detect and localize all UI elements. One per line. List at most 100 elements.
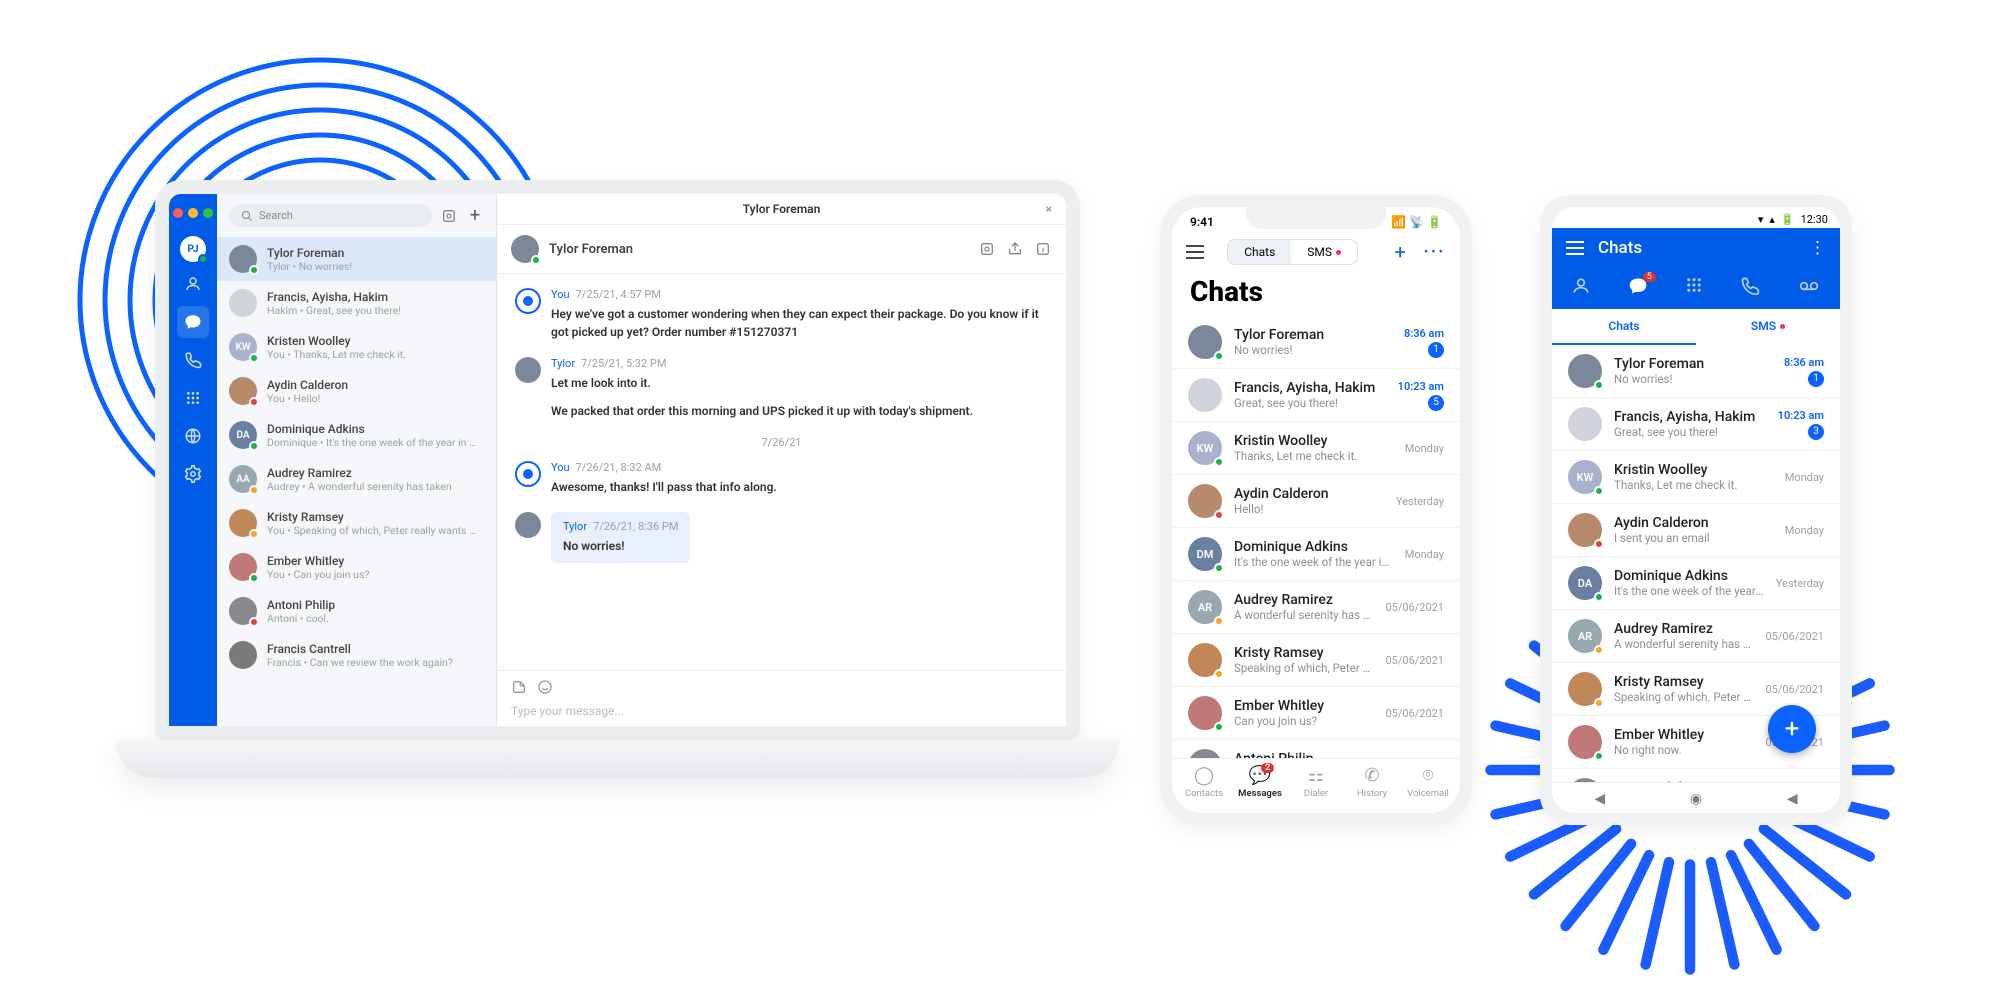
menu-icon[interactable]: [1186, 245, 1204, 259]
chat-row[interactable]: KWKristin WoolleyThanks, Let me check it…: [1172, 422, 1460, 475]
message: You7/26/21, 8:32 AMAwesome, thanks! I'll…: [515, 461, 1048, 496]
chat-item-name: Aydin Calderon: [267, 378, 348, 392]
fab-compose[interactable]: +: [1768, 705, 1816, 753]
tab-sms[interactable]: SMS: [1291, 240, 1357, 264]
laptop-base: [115, 740, 1120, 778]
chat-name: Kristy Ramsey: [1234, 645, 1373, 661]
chat-preview: No worries!: [1234, 343, 1392, 357]
person-icon: ◯: [1176, 765, 1232, 786]
profile-badge[interactable]: PJ: [180, 236, 206, 262]
avatar: [229, 509, 257, 537]
overflow-icon[interactable]: ⋮: [1809, 238, 1826, 258]
window-controls[interactable]: [173, 202, 213, 230]
chat-row[interactable]: Kristy RamseySpeaking of which, Peter re…: [1172, 634, 1460, 687]
chat-row[interactable]: Aydin CalderonI sent you an emailMonday: [1552, 504, 1840, 557]
tab-messages[interactable]: 💬2Messages: [1232, 765, 1288, 799]
chat-row[interactable]: KWKristin WoolleyThanks, Let me check it…: [1552, 451, 1840, 504]
chat-row[interactable]: DADominique AdkinsIt's the one week of t…: [1552, 557, 1840, 610]
subtab-chats[interactable]: Chats: [1552, 309, 1696, 345]
chat-list-item[interactable]: Aydin CalderonYou • Hello!: [217, 369, 496, 413]
chat-row[interactable]: Antoni Philipcool.05/06/2021: [1172, 740, 1460, 758]
avatar: [1188, 325, 1222, 359]
nav-contacts-icon[interactable]: [177, 268, 209, 300]
nav-call-icon[interactable]: [177, 344, 209, 376]
chat-list-item[interactable]: Ember WhitleyYou • Can you join us?: [217, 545, 496, 589]
chat-row[interactable]: Tylor ForemanNo worries!8:36 am1: [1552, 345, 1840, 398]
menu-icon[interactable]: [1566, 241, 1584, 255]
nav-voicemail-icon[interactable]: [1797, 276, 1821, 301]
composer-input[interactable]: Type your message...: [511, 704, 1052, 718]
back-key[interactable]: ◀: [1594, 791, 1605, 807]
chat-list-item[interactable]: Kristy RamseyYou • Speaking of which, Pe…: [217, 501, 496, 545]
chat-archive-icon[interactable]: [978, 240, 996, 258]
chat-preview: A wonderful serenity has taken: [1614, 637, 1753, 651]
chat-item-name: Francis, Ayisha, Hakim: [267, 290, 401, 304]
compose-icon[interactable]: +: [1394, 240, 1405, 264]
search-placeholder: Search: [259, 209, 293, 222]
chat-preview: No worries!: [1614, 372, 1772, 386]
message-avatar: [515, 461, 541, 487]
chat-row[interactable]: Aydin CalderonHello!Yesterday: [1172, 475, 1460, 528]
close-icon[interactable]: ×: [1046, 202, 1052, 216]
subtab-sms[interactable]: SMS: [1696, 309, 1840, 345]
chat-item-preview: Francis • Can we review the work again?: [267, 656, 453, 669]
chat-list-item[interactable]: Tylor ForemanTylor • No worries!: [217, 237, 496, 281]
nav-settings-icon[interactable]: [177, 458, 209, 490]
chat-list-item[interactable]: AAAudrey RamirezAudrey • A wonderful ser…: [217, 457, 496, 501]
tab-segment[interactable]: Chats SMS: [1227, 239, 1358, 265]
chat-name: Kristy Ramsey: [1614, 674, 1753, 690]
nav-dialpad-icon[interactable]: [1685, 276, 1703, 301]
tab-chats[interactable]: Chats: [1228, 240, 1291, 264]
chat-list-item[interactable]: Antoni PhilipAntoni • cool.: [217, 589, 496, 633]
nav-history-icon[interactable]: [1740, 276, 1760, 301]
chat-list-item[interactable]: Francis, Ayisha, HakimHakim • Great, see…: [217, 281, 496, 325]
avatar: [1568, 725, 1602, 759]
call-icon: ✆: [1344, 765, 1400, 786]
recents-key[interactable]: ◀: [1787, 791, 1798, 807]
chat-info-icon[interactable]: [1034, 240, 1052, 258]
tab-voicemail[interactable]: ⌾Voicemail: [1400, 765, 1456, 799]
more-icon[interactable]: •••: [1424, 245, 1446, 260]
chat-preview: Thanks, Let me check it.: [1614, 478, 1773, 492]
chat-row[interactable]: ARAudrey RamirezA wonderful serenity has…: [1172, 581, 1460, 634]
nav-messages-icon[interactable]: 5: [1628, 276, 1648, 301]
chat-item-preview: Tylor • No worries!: [267, 260, 352, 273]
chat-row[interactable]: Francis, Ayisha, HakimGreat, see you the…: [1172, 369, 1460, 422]
chat-row[interactable]: Tylor ForemanNo worries!8:36 am1: [1172, 316, 1460, 369]
new-chat-icon[interactable]: +: [466, 207, 484, 225]
search-input[interactable]: Search: [229, 204, 432, 227]
chat-list-item[interactable]: DADominique AdkinsDominique • It's the o…: [217, 413, 496, 457]
chat-item-preview: You • Thanks, Let me check it.: [267, 348, 406, 361]
chat-row[interactable]: Francis, Ayisha, HakimGreat, see you the…: [1552, 398, 1840, 451]
tab-dialer[interactable]: ⚏Dialer: [1288, 765, 1344, 799]
chat-name: Ember Whitley: [1614, 727, 1753, 743]
nav-globe-icon[interactable]: [177, 420, 209, 452]
unread-badge: 1: [1428, 342, 1444, 358]
nav-messages-icon[interactable]: [177, 306, 209, 338]
chat-preview: No right now.: [1614, 743, 1753, 757]
unread-badge: 3: [1808, 424, 1824, 440]
chat-name: Audrey Ramirez: [1234, 592, 1373, 608]
chat-preview: Speaking of which. Peter really wants to…: [1614, 690, 1753, 704]
chat-row[interactable]: Ember WhitleyCan you join us?05/06/2021: [1172, 687, 1460, 740]
chat-list-item[interactable]: Francis CantrellFrancis • Can we review …: [217, 633, 496, 677]
chat-row[interactable]: DMDominique AdkinsIt's the one week of t…: [1172, 528, 1460, 581]
chat-list-item[interactable]: KWKristen WoolleyYou • Thanks, Let me ch…: [217, 325, 496, 369]
home-key[interactable]: ◉: [1690, 791, 1702, 807]
avatar: KW: [1568, 460, 1602, 494]
unread-badge: 1: [1808, 371, 1824, 387]
chat-name: Aydin Calderon: [1614, 515, 1773, 531]
chat-row[interactable]: ARAudrey RamirezA wonderful serenity has…: [1552, 610, 1840, 663]
chat-list-pane: Search + Tylor ForemanTylor • No worries…: [217, 194, 497, 726]
chat-share-icon[interactable]: [1006, 240, 1024, 258]
nav-contacts-icon[interactable]: [1571, 276, 1591, 301]
emoji-icon[interactable]: [537, 679, 553, 698]
chat-time: Monday: [1785, 471, 1824, 484]
chat-time: 05/06/2021: [1765, 630, 1824, 643]
tab-contacts[interactable]: ◯Contacts: [1176, 765, 1232, 799]
tab-history[interactable]: ✆History: [1344, 765, 1400, 799]
nav-dialpad-icon[interactable]: [177, 382, 209, 414]
attach-icon[interactable]: [511, 679, 527, 698]
filter-icon[interactable]: [440, 207, 458, 225]
chat-row[interactable]: Antoni Philipcool.05/06/2021: [1552, 769, 1840, 782]
